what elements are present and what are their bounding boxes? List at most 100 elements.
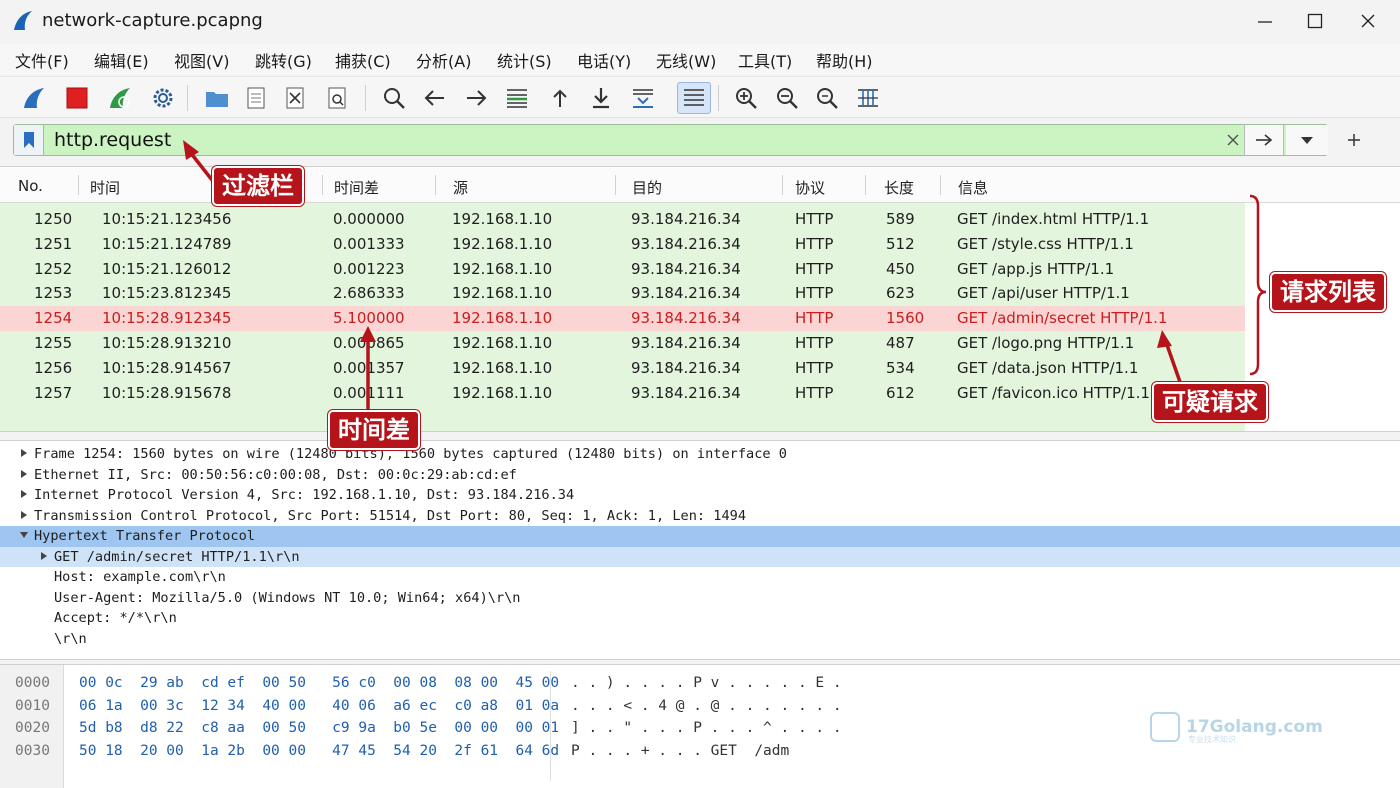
stop-capture-icon bbox=[66, 87, 88, 109]
detail-tree-item[interactable]: Ethernet II, Src: 00:50:56:c0:00:08, Dst… bbox=[0, 465, 1400, 486]
go-last-button[interactable] bbox=[584, 82, 618, 114]
colorize-button[interactable] bbox=[677, 82, 711, 114]
go-back-icon bbox=[424, 90, 444, 106]
minimize-button[interactable] bbox=[1245, 6, 1285, 36]
zoom-out-button[interactable] bbox=[770, 82, 804, 114]
clear-icon bbox=[1227, 134, 1239, 146]
cell-destination: 93.184.216.34 bbox=[631, 259, 741, 278]
packet-row[interactable]: 1252 10:15:21.126012 0.001223 192.168.1.10 9… bbox=[0, 257, 1245, 282]
detail-tree-item[interactable]: User-Agent: Mozilla/5.0 (Windows NT 10.0… bbox=[0, 588, 1400, 609]
detail-tree-item[interactable]: Hypertext Transfer Protocol bbox=[0, 526, 1400, 547]
cell-info: GET /data.json HTTP/1.1 bbox=[957, 358, 1139, 377]
hex-bytes[interactable]: 50 18 20 00 1a 2b 00 00 47 45 54 20 2f 6… bbox=[79, 743, 559, 759]
packet-list-margin bbox=[1245, 203, 1400, 431]
menu-help[interactable]: 帮助(H) bbox=[816, 48, 873, 72]
find-packet-button[interactable] bbox=[377, 82, 411, 114]
packet-row[interactable]: 1250 10:15:21.123456 0.000000 192.168.1.10 9… bbox=[0, 207, 1245, 232]
menu-analyze[interactable]: 分析(A) bbox=[416, 48, 471, 72]
go-forward-button[interactable] bbox=[459, 82, 493, 114]
expand-arrow-right-icon[interactable] bbox=[38, 550, 50, 562]
stop-capture-button[interactable] bbox=[60, 82, 94, 114]
column-header-source[interactable]: 源 bbox=[453, 177, 468, 198]
column-header-info[interactable]: 信息 bbox=[958, 177, 988, 198]
column-header-protocol[interactable]: 协议 bbox=[795, 177, 825, 198]
maximize-button[interactable] bbox=[1295, 6, 1335, 36]
reload-file-button[interactable] bbox=[320, 82, 354, 114]
expand-arrow-right-icon[interactable] bbox=[18, 488, 30, 500]
cell-time: 10:15:21.123456 bbox=[102, 210, 232, 228]
auto-scroll-button[interactable] bbox=[626, 82, 660, 114]
cell-no: 1252 bbox=[34, 259, 73, 278]
display-filter-input[interactable] bbox=[54, 129, 1154, 151]
main-toolbar bbox=[0, 76, 1400, 118]
packet-row[interactable]: 1257 10:15:28.915678 0.001111 192.168.1.10 9… bbox=[0, 381, 1245, 406]
detail-tree-item[interactable]: Internet Protocol Version 4, Src: 192.16… bbox=[0, 485, 1400, 506]
menu-edit[interactable]: 编辑(E) bbox=[94, 48, 149, 72]
go-to-packet-button[interactable] bbox=[500, 82, 534, 114]
close-button[interactable] bbox=[1348, 6, 1388, 36]
hex-ascii[interactable]: ] . . " . . . P . . . ^ . . . . bbox=[571, 720, 842, 736]
find-packet-icon bbox=[384, 88, 405, 109]
filter-bookmark-button[interactable] bbox=[14, 125, 44, 155]
open-file-button[interactable] bbox=[200, 82, 234, 114]
packet-row[interactable]: 1256 10:15:28.914567 0.001357 192.168.1.10 9… bbox=[0, 356, 1245, 381]
detail-tree-item[interactable]: Accept: */*\r\n bbox=[0, 608, 1400, 629]
menu-tools[interactable]: 工具(T) bbox=[738, 48, 792, 72]
menu-wireless[interactable]: 无线(W) bbox=[656, 48, 716, 72]
detail-tree-item[interactable]: \r\n bbox=[0, 629, 1400, 650]
save-file-button[interactable] bbox=[239, 82, 273, 114]
detail-tree-label: Host: example.com\r\n bbox=[54, 569, 226, 585]
zoom-normal-button[interactable] bbox=[810, 82, 844, 114]
hex-bytes[interactable]: 5d b8 d8 22 c8 aa 00 50 c9 9a b0 5e 00 0… bbox=[79, 720, 559, 736]
menu-view[interactable]: 视图(V) bbox=[174, 48, 229, 72]
detail-tree-item[interactable]: Frame 1254: 1560 bytes on wire (12480 bi… bbox=[0, 444, 1400, 465]
menu-go[interactable]: 跳转(G) bbox=[255, 48, 312, 72]
packet-row[interactable]: 1255 10:15:28.913210 0.000865 192.168.1.10 9… bbox=[0, 331, 1245, 356]
menu-statistics[interactable]: 统计(S) bbox=[497, 48, 552, 72]
menu-capture[interactable]: 捕获(C) bbox=[335, 48, 391, 72]
close-file-button[interactable] bbox=[278, 82, 312, 114]
column-header-destination[interactable]: 目的 bbox=[632, 177, 662, 198]
request-list-annotation: 请求列表 bbox=[1270, 272, 1386, 312]
filter-apply-button[interactable] bbox=[1244, 125, 1284, 155]
menu-telephony[interactable]: 电话(Y) bbox=[577, 48, 631, 72]
cell-destination: 93.184.216.34 bbox=[631, 309, 741, 328]
expand-arrow-down-icon[interactable] bbox=[18, 529, 30, 541]
cell-info: GET /app.js HTTP/1.1 bbox=[957, 259, 1115, 278]
expand-arrow-right-icon[interactable] bbox=[18, 468, 30, 480]
detail-tree-item[interactable]: GET /admin/secret HTTP/1.1\r\n bbox=[0, 546, 1400, 567]
go-first-button[interactable] bbox=[543, 82, 577, 114]
zoom-in-button[interactable] bbox=[729, 82, 763, 114]
column-header-time[interactable]: 时间 bbox=[90, 177, 120, 198]
cell-source: 192.168.1.10 bbox=[452, 309, 553, 328]
filter-history-dropdown[interactable] bbox=[1286, 125, 1328, 155]
column-header-delta[interactable]: 时间差 bbox=[334, 177, 379, 198]
cell-info: GET /style.css HTTP/1.1 bbox=[957, 234, 1134, 253]
packet-row[interactable]: 1251 10:15:21.124789 0.001333 192.168.1.10 9… bbox=[0, 232, 1245, 257]
go-first-icon bbox=[553, 89, 567, 107]
hex-bytes[interactable]: 06 1a 00 3c 12 34 40 00 40 06 a6 ec c0 a… bbox=[79, 698, 559, 714]
capture-options-button[interactable] bbox=[146, 82, 180, 114]
column-header-no[interactable]: No. bbox=[18, 177, 43, 195]
column-header-length[interactable]: 长度 bbox=[884, 177, 914, 198]
filter-clear-button[interactable] bbox=[1221, 128, 1245, 152]
restart-capture-button[interactable] bbox=[103, 82, 137, 114]
add-filter-button[interactable] bbox=[1342, 128, 1366, 152]
packet-list-header: No. 时间 时间差 源 目的 协议 长度 信息 bbox=[0, 167, 1400, 203]
detail-tree-item[interactable]: Transmission Control Protocol, Src Port:… bbox=[0, 506, 1400, 527]
resize-columns-button[interactable] bbox=[851, 82, 885, 114]
hex-ascii[interactable]: . . ) . . . . P v . . . . . E . bbox=[571, 675, 842, 691]
expand-arrow-right-icon[interactable] bbox=[18, 447, 30, 459]
packet-row-selected[interactable]: 1254 10:15:28.912345 5.100000 192.168.1.10 9… bbox=[0, 306, 1245, 331]
cell-destination: 93.184.216.34 bbox=[631, 358, 741, 377]
packet-row[interactable]: 1253 10:15:23.812345 2.686333 192.168.1.10 9… bbox=[0, 281, 1245, 306]
menu-file[interactable]: 文件(F) bbox=[15, 48, 69, 72]
hex-bytes[interactable]: 00 0c 29 ab cd ef 00 50 56 c0 00 08 08 0… bbox=[79, 675, 559, 691]
hex-ascii[interactable]: . . . < . 4 @ . @ . . . . . . . bbox=[571, 698, 842, 714]
cell-no: 1253 bbox=[34, 284, 73, 303]
detail-tree-item[interactable]: Host: example.com\r\n bbox=[0, 567, 1400, 588]
hex-ascii[interactable]: P . . . + . . . GET /adm bbox=[571, 743, 789, 759]
expand-arrow-right-icon[interactable] bbox=[18, 509, 30, 521]
start-capture-button[interactable] bbox=[17, 82, 51, 114]
go-back-button[interactable] bbox=[418, 82, 452, 114]
